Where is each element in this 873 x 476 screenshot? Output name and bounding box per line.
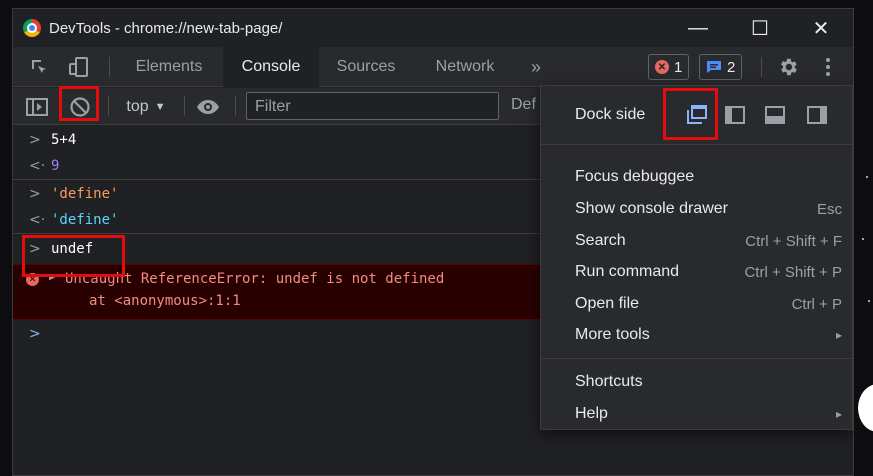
- maximize-button[interactable]: ☐: [730, 9, 790, 47]
- maximize-icon: ☐: [751, 17, 769, 40]
- menu-item-open-file[interactable]: Open file Ctrl + P: [575, 289, 842, 319]
- error-count: 1: [674, 58, 683, 76]
- prompt-chevron-icon: >: [29, 325, 41, 342]
- dock-right-icon: [807, 106, 827, 124]
- submenu-arrow-icon: ▸: [835, 407, 842, 421]
- menu-item-search[interactable]: Search Ctrl + Shift + F: [575, 226, 842, 256]
- context-selector[interactable]: top ▼: [119, 88, 173, 125]
- highlight-clear-button: [59, 86, 99, 121]
- context-value: top: [126, 97, 149, 115]
- log-levels-dropdown[interactable]: Def: [511, 96, 536, 114]
- filter-input[interactable]: Filter: [246, 92, 499, 120]
- console-input-text: 'define': [51, 185, 119, 202]
- menu-item-label: Search: [575, 232, 626, 249]
- menu-item-shortcut: Ctrl + Shift + F: [745, 232, 842, 250]
- inspect-icon: [32, 60, 46, 73]
- devtools-window: DevTools - chrome://new-tab-page/ — ☐ ✕ …: [12, 8, 854, 476]
- tab-sources[interactable]: Sources: [325, 47, 407, 87]
- console-result-text: 9: [51, 158, 60, 174]
- menu-item-more-tools[interactable]: More tools ▸: [575, 320, 842, 350]
- minimize-button[interactable]: —: [668, 9, 728, 47]
- close-icon: ✕: [812, 17, 830, 40]
- dock-bottom-icon: [765, 106, 785, 124]
- tab-console[interactable]: Console: [223, 47, 319, 87]
- minimize-icon: —: [688, 16, 708, 39]
- eye-icon: [197, 99, 219, 114]
- input-chevron-icon: >: [29, 185, 41, 202]
- menu-item-label: Run command: [575, 263, 680, 280]
- title-bar: DevTools - chrome://new-tab-page/ — ☐ ✕: [13, 9, 853, 47]
- more-tabs-button[interactable]: »: [521, 47, 551, 87]
- menu-item-label: Show console drawer: [575, 200, 728, 217]
- dock-right-button[interactable]: [802, 100, 832, 130]
- menu-item-label: More tools: [575, 326, 650, 343]
- caret-down-icon: ▼: [154, 100, 166, 113]
- error-icon: ✕: [655, 60, 669, 74]
- dock-bottom-button[interactable]: [760, 100, 790, 130]
- error-stack-link[interactable]: at <anonymous>:1:1: [89, 293, 241, 309]
- chrome-logo-icon: [23, 19, 41, 37]
- menu-item-shortcuts[interactable]: Shortcuts: [575, 367, 842, 397]
- menu-item-label: Open file: [575, 295, 640, 312]
- live-expression-button[interactable]: [193, 88, 223, 125]
- gear-icon: [781, 58, 797, 76]
- console-result-text: 'define': [51, 212, 119, 228]
- console-input-text: 5+4: [51, 131, 77, 148]
- dock-left-button[interactable]: [720, 100, 750, 130]
- error-count-badge[interactable]: ✕ 1: [648, 54, 690, 80]
- message-count-badge[interactable]: 2: [699, 54, 743, 80]
- background-circle: [858, 384, 873, 432]
- sidebar-icon: [26, 97, 48, 116]
- menu-item-run-command[interactable]: Run command Ctrl + Shift + P: [575, 257, 842, 287]
- menu-item-label: Help: [575, 405, 608, 422]
- highlight-undock-button: [663, 88, 718, 140]
- dock-left-icon: [725, 106, 745, 124]
- inspect-element-button[interactable]: [25, 47, 53, 87]
- show-sidebar-button[interactable]: [23, 88, 51, 125]
- result-chevron-icon: <·: [29, 212, 46, 228]
- window-title: DevTools - chrome://new-tab-page/: [49, 19, 283, 37]
- input-chevron-icon: >: [29, 131, 41, 148]
- customize-menu-button[interactable]: [815, 47, 841, 87]
- menu-item-show-console-drawer[interactable]: Show console drawer Esc: [575, 194, 842, 224]
- tab-network[interactable]: Network: [421, 47, 509, 87]
- message-icon: [707, 61, 721, 73]
- close-button[interactable]: ✕: [791, 9, 851, 47]
- submenu-arrow-icon: ▸: [835, 328, 842, 342]
- highlight-undef-input: [22, 235, 125, 277]
- message-count: 2: [727, 58, 736, 76]
- menu-item-focus-debuggee[interactable]: Focus debuggee: [575, 162, 842, 192]
- panel-tabbar: Elements Console Sources Network » ✕ 1 2: [13, 47, 853, 87]
- device-toolbar-button[interactable]: [65, 47, 93, 87]
- device-icon: [69, 57, 88, 77]
- menu-item-label: Focus debuggee: [575, 168, 695, 185]
- tab-elements[interactable]: Elements: [123, 47, 215, 87]
- menu-item-help[interactable]: Help ▸: [575, 399, 842, 429]
- menu-item-shortcut: Ctrl + P: [791, 295, 842, 313]
- settings-button[interactable]: [773, 47, 803, 87]
- result-chevron-icon: <·: [29, 158, 46, 174]
- menu-item-shortcut: Ctrl + Shift + P: [744, 263, 842, 281]
- menu-item-label: Shortcuts: [575, 373, 643, 390]
- kebab-menu-icon: [826, 58, 830, 76]
- menu-item-shortcut: Esc: [816, 200, 842, 218]
